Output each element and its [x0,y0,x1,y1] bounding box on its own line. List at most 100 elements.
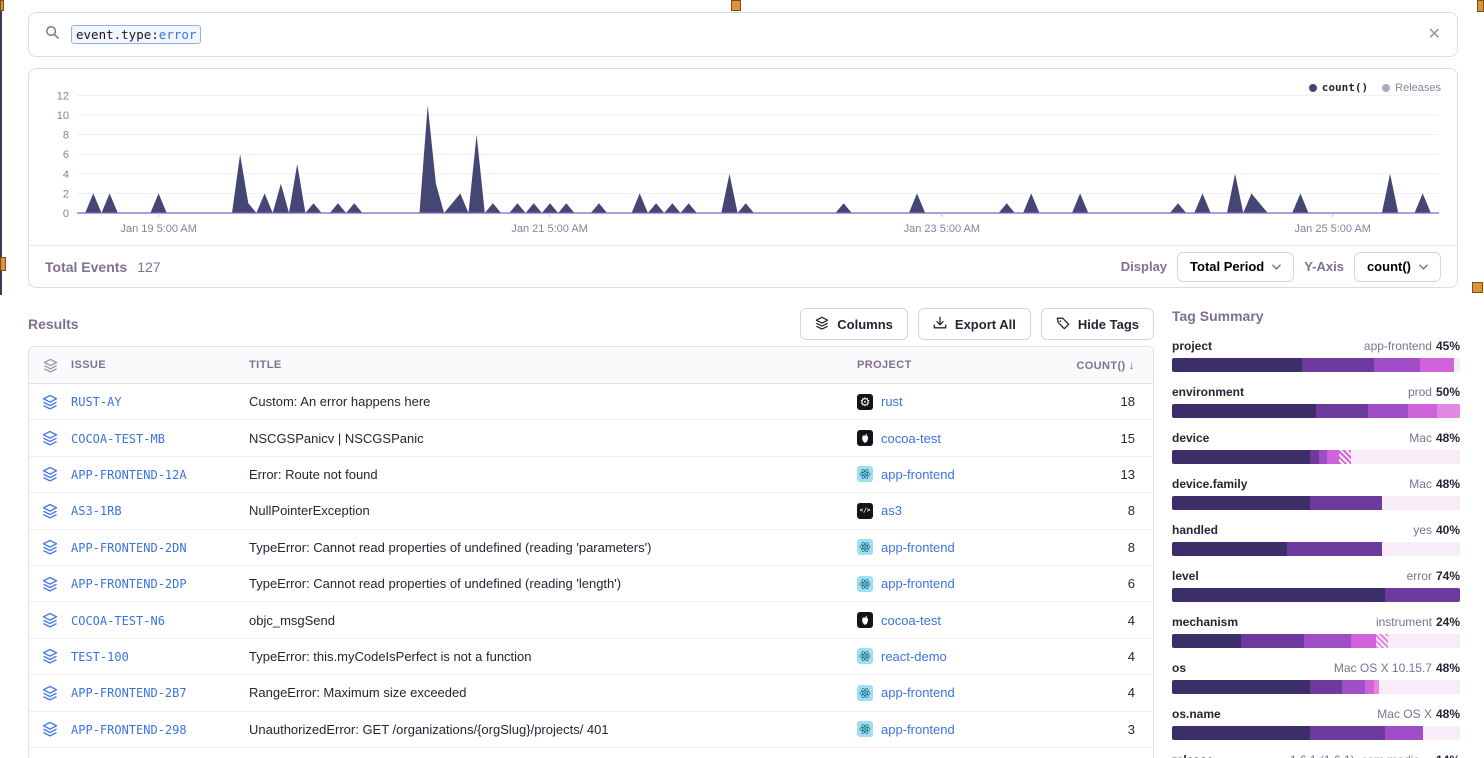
search-bar[interactable]: event.type:error ✕ [28,12,1458,57]
tag-percent: 74% [1436,569,1460,583]
platform-icon-code: </> [857,503,873,519]
issue-link[interactable]: APP-FRONTEND-298 [71,723,187,737]
title-cell: RangeError: Maximum size exceeded [249,685,857,700]
total-events-label: Total Events [45,259,127,275]
results-table: ISSUETITLEPROJECTCOUNT()↓ RUST-AYCustom:… [28,346,1154,758]
svg-text:8: 8 [63,130,69,142]
tag-bar-segment [1172,680,1310,694]
issue-link[interactable]: APP-FRONTEND-2DP [71,577,187,591]
tag-distribution-bar[interactable] [1172,450,1460,464]
tag-name: project [1172,339,1212,353]
tag-percent: 45% [1436,339,1460,353]
tag-bar-segment [1374,358,1420,372]
column-header-title[interactable]: TITLE [249,359,857,371]
tag-percent: 48% [1436,707,1460,721]
stack-icon [815,316,829,333]
selection-edge-line [0,0,2,295]
issue-cell: AS3-1RB [71,503,249,518]
project-cell: app-frontend [857,576,1073,592]
title-cell: Error: Route not found [249,467,857,482]
chevron-down-icon [1419,264,1428,270]
tag-distribution-bar[interactable] [1172,634,1460,648]
display-dropdown[interactable]: Total Period [1177,252,1294,282]
search-token-key: event.type: [76,27,159,42]
tag-bar-segment [1423,726,1460,740]
stack-icon [29,358,71,373]
svg-text:10: 10 [57,110,69,122]
column-header-project[interactable]: PROJECT [857,359,1073,371]
table-row: COCOA-TEST-MB NSCGSPanicv | NSCGSPanic co… [29,420,1153,456]
table-row: APP-FRONTEND-2B7 RangeError: Maximum size… [29,675,1153,711]
issue-link[interactable]: COCOA-TEST-MB [71,432,165,446]
results-buttons: Columns Export All Hide Tags [800,308,1154,340]
title-cell: TypeError: this.myCodeIsPerfect is not a… [249,649,857,664]
issue-link[interactable]: AS3-1RB [71,504,122,518]
close-icon[interactable]: ✕ [1428,27,1441,43]
platform-icon-react [857,685,873,701]
project-link[interactable]: cocoa-test [881,613,941,628]
tag-distribution-bar[interactable] [1172,542,1460,556]
yaxis-dropdown[interactable]: count() [1354,252,1441,282]
project-link[interactable]: app-frontend [881,722,955,737]
platform-icon-react [857,721,873,737]
issue-link[interactable]: RUST-AY [71,395,122,409]
tag-bar-segment [1172,726,1310,740]
tag-bar-segment [1241,634,1304,648]
tag-bar-segment [1310,450,1319,464]
tag-distribution-bar[interactable] [1172,358,1460,372]
issue-link[interactable]: COCOA-TEST-N6 [71,614,165,628]
platform-icon-apple [857,612,873,628]
issue-stack-icon [29,539,71,555]
project-link[interactable]: app-frontend [881,540,955,555]
tag-name: environment [1172,385,1244,399]
issue-link[interactable]: APP-FRONTEND-2B7 [71,686,187,700]
button-hide-tags[interactable]: Hide Tags [1041,308,1154,340]
title-cell: NSCGSPanicv | NSCGSPanic [249,431,857,446]
count-cell: 8 [1073,503,1153,518]
tag-bar-segment [1408,404,1437,418]
title-cell: TypeError: Cannot read properties of und… [249,576,857,591]
tag-percent: 24% [1436,615,1460,629]
column-header-count-label: COUNT() [1076,360,1125,372]
issue-stack-icon [29,612,71,628]
column-header-count[interactable]: COUNT()↓ [1073,358,1153,372]
title-cell: NullPointerException [249,503,857,518]
tag-distribution-bar[interactable] [1172,496,1460,510]
project-link[interactable]: app-frontend [881,467,955,482]
platform-icon-react [857,539,873,555]
tag-bar-segment [1327,450,1339,464]
project-link[interactable]: rust [881,394,903,409]
button-export-all[interactable]: Export All [918,308,1031,340]
button-label: Columns [837,317,893,332]
count-cell: 4 [1073,649,1153,664]
tag-summary-title: Tag Summary [1172,308,1460,324]
issue-cell: APP-FRONTEND-12A [71,467,249,482]
issue-stack-icon [29,685,71,701]
svg-text:Jan 21 5:00 AM: Jan 21 5:00 AM [511,223,587,235]
column-header-issue[interactable]: ISSUE [71,359,249,371]
button-columns[interactable]: Columns [800,308,908,340]
tag-distribution-bar[interactable] [1172,588,1460,602]
tag-distribution-bar[interactable] [1172,404,1460,418]
project-cell: </> as3 [857,503,1073,519]
issue-stack-icon [29,648,71,664]
project-link[interactable]: cocoa-test [881,431,941,446]
issue-link[interactable]: APP-FRONTEND-12A [71,468,187,482]
project-link[interactable]: app-frontend [881,685,955,700]
tag-distribution-bar[interactable] [1172,680,1460,694]
tag-head: release1.6.1 (1.6.1), com.media…14% [1172,753,1460,758]
tag-head: deviceMac48% [1172,431,1460,445]
svg-text:0: 0 [63,208,69,220]
project-link[interactable]: app-frontend [881,576,955,591]
selection-handle [731,0,741,11]
project-link[interactable]: as3 [881,503,902,518]
issue-cell: APP-FRONTEND-2DP [71,576,249,591]
issue-link[interactable]: TEST-100 [71,650,129,664]
tag-distribution-bar[interactable] [1172,726,1460,740]
issue-link[interactable]: APP-FRONTEND-2DN [71,541,187,555]
svg-text:Jan 23 5:00 AM: Jan 23 5:00 AM [904,223,980,235]
project-link[interactable]: react-demo [881,649,947,664]
tag-item-environment: environmentprod50% [1172,385,1460,418]
search-query-token[interactable]: event.type:error [71,25,201,44]
events-chart-panel: count()Releases 024681012Jan 19 5:00 AMJ… [28,68,1458,288]
